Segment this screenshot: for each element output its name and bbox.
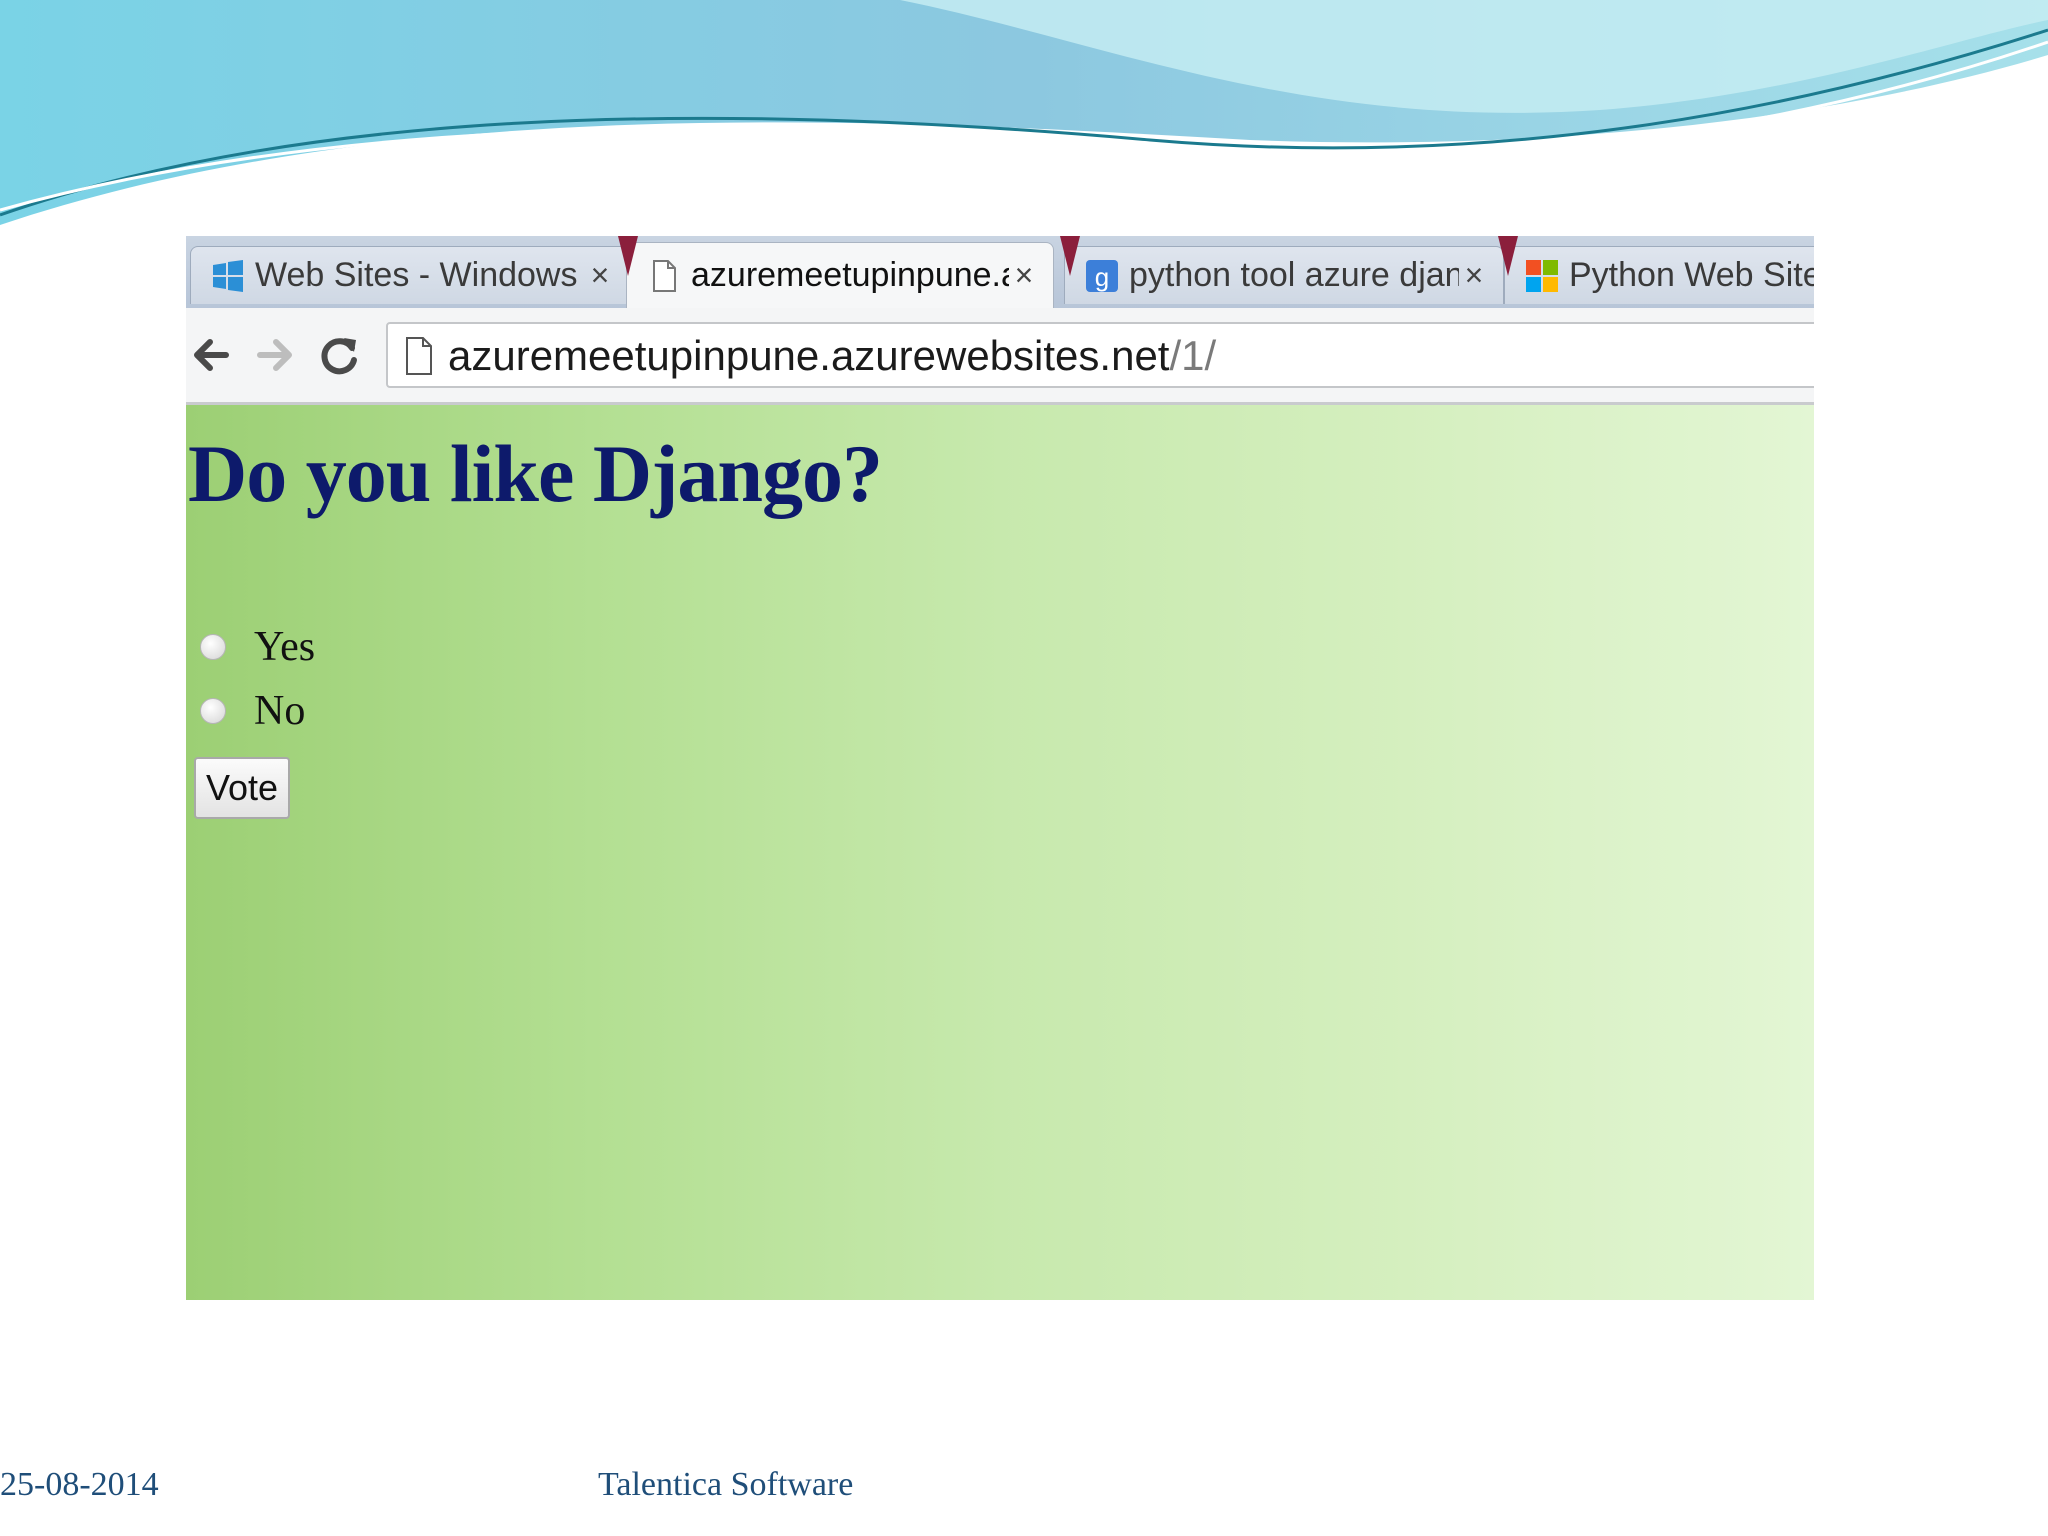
slide-header-decoration	[0, 0, 2048, 225]
page-icon	[653, 259, 676, 292]
footer-date: 25-08-2014	[0, 1466, 159, 1503]
google-icon: g	[1086, 259, 1118, 292]
tab-title: Python Web Sites w	[1569, 256, 1814, 294]
tab-title: azuremeetupinpune.azure	[691, 256, 1009, 294]
tab-divider-marker	[618, 236, 638, 276]
browser-toolbar: azuremeetupinpune.azurewebsites.net/1/	[186, 308, 1814, 405]
reload-icon[interactable]	[314, 330, 364, 380]
tab-divider-marker	[1060, 236, 1080, 276]
page-content: Do you like Django? Yes No Vote	[186, 405, 1814, 1300]
address-bar[interactable]: azuremeetupinpune.azurewebsites.net/1/	[386, 322, 1814, 388]
browser-window: Web Sites - Windows Azur × azuremeetupin…	[186, 236, 1814, 1300]
page-icon	[406, 337, 432, 375]
choice-yes[interactable]: Yes	[200, 623, 315, 671]
microsoft-icon	[1526, 259, 1558, 292]
tab-title: Web Sites - Windows Azur	[255, 256, 585, 294]
url-host: azuremeetupinpune.azurewebsites.net	[448, 332, 1170, 379]
choice-label: No	[254, 688, 306, 734]
vote-button[interactable]: Vote	[194, 757, 290, 819]
tab-strip: Web Sites - Windows Azur × azuremeetupin…	[186, 236, 1814, 308]
url-text: azuremeetupinpune.azurewebsites.net/1/	[448, 332, 1216, 380]
tab-azuremeetup[interactable]: azuremeetupinpune.azure ×	[626, 242, 1054, 308]
choice-label: Yes	[254, 624, 316, 670]
svg-text:g: g	[1095, 262, 1109, 292]
back-arrow-icon[interactable]	[186, 330, 236, 380]
choice-no[interactable]: No	[200, 687, 305, 735]
tab-python-web-sites[interactable]: Python Web Sites w	[1504, 246, 1814, 304]
close-icon[interactable]: ×	[585, 257, 615, 294]
forward-arrow-icon[interactable]	[250, 330, 300, 380]
tab-web-sites[interactable]: Web Sites - Windows Azur ×	[190, 246, 630, 304]
radio-button[interactable]	[200, 698, 226, 724]
tab-python-tool[interactable]: g python tool azure django ×	[1064, 246, 1504, 304]
close-icon[interactable]: ×	[1459, 257, 1489, 294]
footer-company: Talentica Software	[598, 1466, 854, 1503]
radio-button[interactable]	[200, 634, 226, 660]
poll-question: Do you like Django?	[188, 428, 883, 519]
windows-icon	[213, 259, 243, 292]
close-icon[interactable]: ×	[1009, 257, 1039, 294]
url-path: /1/	[1169, 332, 1217, 379]
tab-divider-marker	[1498, 236, 1518, 276]
tab-title: python tool azure django	[1129, 256, 1459, 294]
